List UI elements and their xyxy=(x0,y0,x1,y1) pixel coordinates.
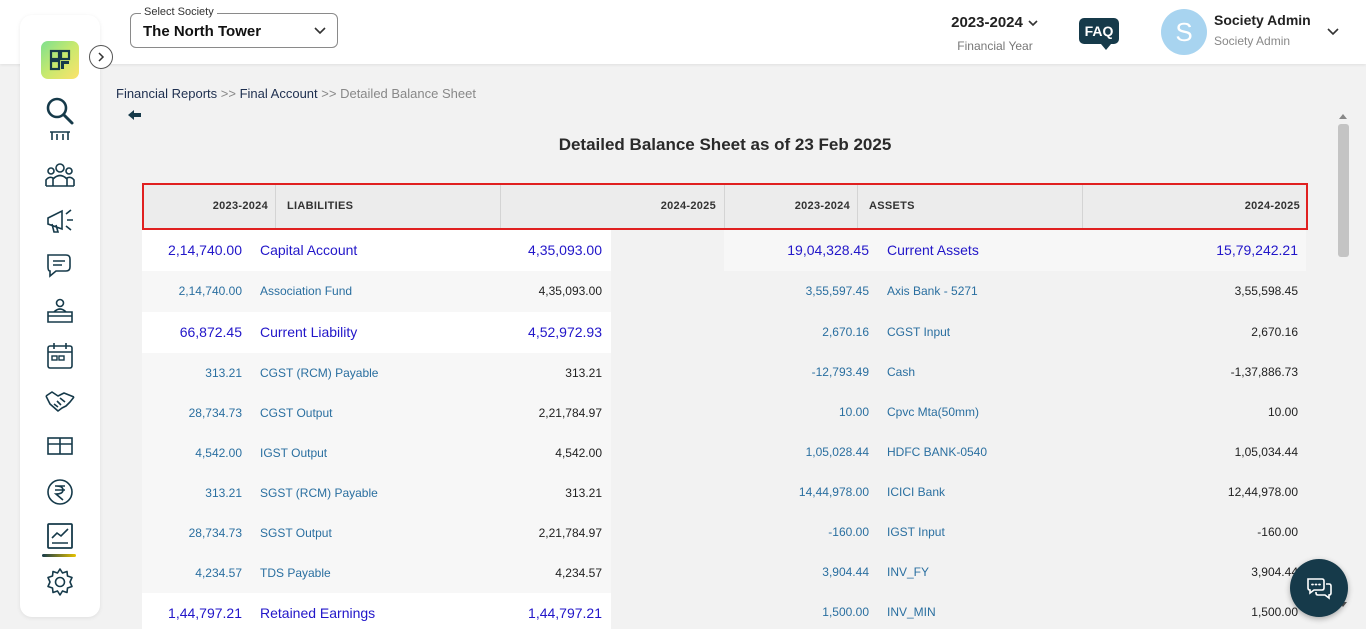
handshake-icon[interactable] xyxy=(44,384,76,416)
calendar-icon[interactable] xyxy=(44,340,76,372)
liability-group-row[interactable]: 1,44,797.21 Retained Earnings 1,44,797.21 xyxy=(142,593,611,629)
curr-year-amount: 4,35,093.00 xyxy=(528,242,602,258)
curr-year-amount: 313.21 xyxy=(565,366,602,380)
curr-year-amount: 1,44,797.21 xyxy=(528,605,602,621)
sidebar xyxy=(20,15,100,617)
liability-item-row[interactable]: 28,734.73 CGST Output 2,21,784.97 xyxy=(142,393,611,433)
liability-item-row[interactable]: 313.21 SGST (RCM) Payable 313.21 xyxy=(142,473,611,513)
user-role: Society Admin xyxy=(1214,34,1291,48)
chevron-down-icon[interactable] xyxy=(1326,24,1340,38)
curr-year-amount: 10.00 xyxy=(1267,405,1298,419)
curr-year-amount: 4,234.57 xyxy=(555,566,602,580)
curr-year-amount: 4,52,972.93 xyxy=(528,324,602,340)
curr-year-amount: 2,670.16 xyxy=(1251,325,1298,339)
asset-item-row[interactable]: 2,670.16 CGST Input 2,670.16 xyxy=(724,312,1306,352)
curr-year-amount: 313.21 xyxy=(565,486,602,500)
megaphone-icon[interactable] xyxy=(44,205,76,237)
liability-item-row[interactable]: 2,14,740.00 Association Fund 4,35,093.00 xyxy=(142,271,611,312)
curr-year-amount: 3,904.44 xyxy=(1251,565,1298,579)
liabilities-list: 2,14,740.00 Capital Account 4,35,093.00 2,1… xyxy=(142,230,611,629)
avatar[interactable]: S xyxy=(1161,9,1207,55)
curr-year-amount: 4,542.00 xyxy=(555,446,602,460)
curr-year-amount: 1,500.00 xyxy=(1251,605,1298,619)
sidebar-toggle-button[interactable] xyxy=(89,45,113,69)
asset-item-row[interactable]: 1,500.00 INV_MIN 1,500.00 xyxy=(724,592,1306,629)
app-logo[interactable] xyxy=(41,41,79,79)
reports-icon[interactable] xyxy=(44,520,76,552)
curr-year-amount: 2,21,784.97 xyxy=(538,526,602,540)
page-title: Detailed Balance Sheet as of 23 Feb 2025 xyxy=(558,135,892,154)
society-select-value: The North Tower xyxy=(143,23,262,40)
column-gap xyxy=(611,230,724,629)
breadcrumb: Financial Reports >> Final Account >> De… xyxy=(116,86,476,101)
chevron-down-icon xyxy=(1028,20,1038,27)
scroll-up-icon[interactable] xyxy=(1338,112,1348,120)
society-select[interactable]: Select Society The North Tower xyxy=(130,6,338,48)
curr-year-amount: 12,44,978.00 xyxy=(1227,485,1298,499)
liability-item-row[interactable]: 4,542.00 IGST Output 4,542.00 xyxy=(142,433,611,473)
scrollbar-thumb[interactable] xyxy=(1338,124,1349,257)
asset-item-row[interactable]: -12,793.49 Cash -1,37,886.73 xyxy=(724,352,1306,392)
chat-support-button[interactable] xyxy=(1290,559,1348,617)
helpdesk-icon[interactable] xyxy=(44,295,76,327)
asset-item-row[interactable]: 3,55,597.45 Axis Bank - 5271 3,55,598.45 xyxy=(724,271,1306,312)
logo-mark-icon xyxy=(49,49,71,71)
curr-year-amount: 15,79,242.21 xyxy=(1216,242,1298,258)
financial-year-value: 2023-2024 xyxy=(951,14,1023,31)
members-icon[interactable] xyxy=(44,159,76,191)
liability-group-row[interactable]: 2,14,740.00 Capital Account 4,35,093.00 xyxy=(142,230,611,271)
settings-icon[interactable] xyxy=(44,566,76,598)
financial-year-caption: Financial Year xyxy=(957,39,1033,53)
back-arrow-icon[interactable] xyxy=(127,108,143,122)
col-liabilities: LIABILITIES xyxy=(276,185,501,228)
chat-bubbles-icon[interactable] xyxy=(44,249,76,281)
breadcrumb-separator: >> xyxy=(220,86,236,101)
curr-year-amount: 4,35,093.00 xyxy=(538,284,602,298)
user-name: Society Admin xyxy=(1214,12,1311,28)
chevron-right-icon xyxy=(98,52,105,62)
col-liabilities-prev-year: 2023-2024 xyxy=(144,185,276,228)
breadcrumb-current: Detailed Balance Sheet xyxy=(340,86,476,101)
active-nav-indicator xyxy=(42,554,76,557)
liability-item-row[interactable]: 313.21 CGST (RCM) Payable 313.21 xyxy=(142,353,611,393)
col-liabilities-curr-year: 2024-2025 xyxy=(501,185,725,228)
asset-item-row[interactable]: -160.00 IGST Input -160.00 xyxy=(724,512,1306,552)
col-assets: ASSETS xyxy=(858,185,1083,228)
asset-item-row[interactable]: 10.00 Cpvc Mta(50mm) 10.00 xyxy=(724,392,1306,432)
rupee-icon[interactable] xyxy=(44,476,76,508)
asset-group-row[interactable]: 19,04,328.45 Current Assets 15,79,242.21 xyxy=(724,230,1306,271)
financial-year-select[interactable]: 2023-2024 Financial Year xyxy=(945,14,1045,53)
col-assets-prev-year: 2023-2024 xyxy=(725,185,858,228)
faq-button[interactable]: FAQ xyxy=(1079,18,1119,50)
user-menu[interactable]: Society Admin Society Admin xyxy=(1214,12,1311,48)
table-header-row: 2023-2024 LIABILITIES 2024-2025 2023-202… xyxy=(142,183,1308,230)
building-icon[interactable] xyxy=(44,128,76,142)
search-icon[interactable] xyxy=(44,95,76,127)
curr-year-amount: 3,55,598.45 xyxy=(1234,284,1298,298)
breadcrumb-final-account[interactable]: Final Account xyxy=(240,86,318,101)
asset-item-row[interactable]: 1,05,028.44 HDFC BANK-0540 1,05,034.44 xyxy=(724,432,1306,472)
breadcrumb-financial-reports[interactable]: Financial Reports xyxy=(116,86,217,101)
asset-item-row[interactable]: 14,44,978.00 ICICI Bank 12,44,978.00 xyxy=(724,472,1306,512)
society-select-label: Select Society xyxy=(141,6,217,18)
liability-item-row[interactable]: 4,234.57 TDS Payable 4,234.57 xyxy=(142,553,611,593)
curr-year-amount: -160.00 xyxy=(1257,525,1298,539)
curr-year-amount: -1,37,886.73 xyxy=(1230,365,1298,379)
breadcrumb-separator: >> xyxy=(321,86,337,101)
balance-sheet-table: 2023-2024 LIABILITIES 2024-2025 2023-202… xyxy=(142,183,1308,629)
col-assets-curr-year: 2024-2025 xyxy=(1244,200,1300,212)
asset-item-row[interactable]: 3,904.44 INV_FY 3,904.44 xyxy=(724,552,1306,592)
curr-year-amount: 2,21,784.97 xyxy=(538,406,602,420)
chevron-down-icon xyxy=(314,27,326,35)
liability-item-row[interactable]: 28,734.73 SGST Output 2,21,784.97 xyxy=(142,513,611,553)
parcel-icon[interactable] xyxy=(44,429,76,461)
top-header: Select Society The North Tower 2023-2024… xyxy=(0,0,1366,64)
curr-year-amount: 1,05,034.44 xyxy=(1234,445,1298,459)
liability-group-row[interactable]: 66,872.45 Current Liability 4,52,972.93 xyxy=(142,312,611,353)
assets-list: 19,04,328.45 Current Assets 15,79,242.21 3,… xyxy=(724,230,1306,629)
chat-support-icon xyxy=(1307,578,1332,600)
